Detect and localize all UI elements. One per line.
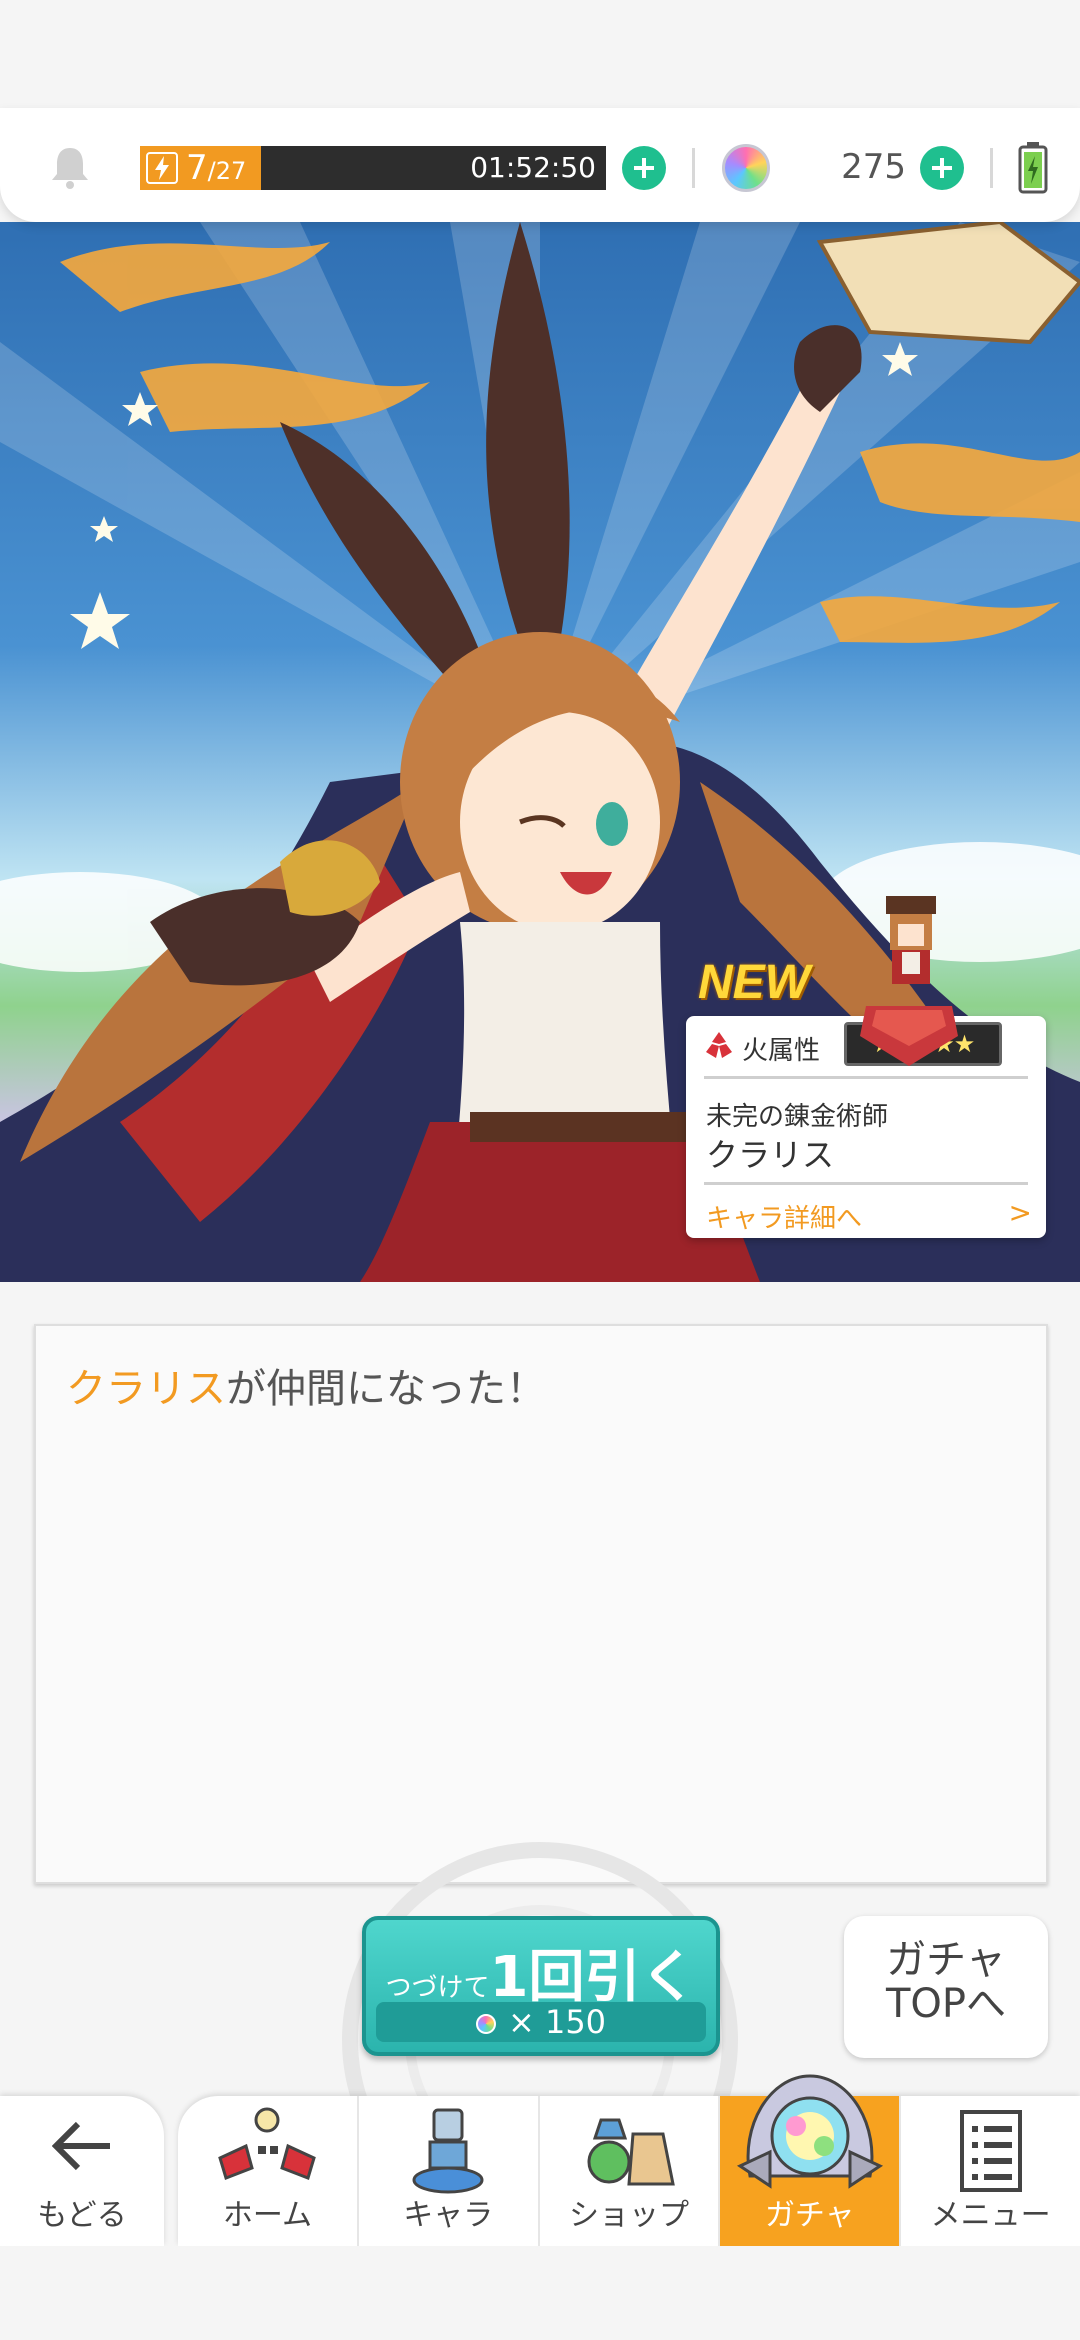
gem-count: 275 — [841, 147, 906, 187]
message-text: が仲間になった！ — [226, 1366, 546, 1412]
divider — [692, 148, 695, 188]
pull-cost: × 150 — [376, 2002, 706, 2042]
status-bar: 7/27 01:52:50 275 — [0, 108, 1080, 222]
stamina-timer: 01:52:50 — [470, 151, 596, 184]
chevron-right-icon[interactable]: > — [1009, 1196, 1032, 1229]
gem-icon — [722, 144, 770, 192]
nav-item-shop[interactable]: ショップ — [540, 2096, 721, 2246]
nav-item-gacha[interactable]: ガチャ — [720, 2074, 902, 2246]
message-character-name: クラリス — [66, 1366, 226, 1412]
shop-icon — [587, 2118, 675, 2186]
battery-icon — [1018, 142, 1048, 194]
attribute-label: 火属性 — [742, 1036, 821, 1066]
nav-label-gacha: ガチャ — [764, 2198, 855, 2233]
gacha-top-line2: TOPへ — [885, 1981, 1007, 2027]
gacha-top-line1: ガチャ — [886, 1937, 1006, 1983]
fire-attribute-icon — [706, 1032, 732, 1058]
chara-icon — [412, 2108, 484, 2194]
stamina-current: 7 — [186, 148, 208, 188]
pull-label: つづけて1回引く — [366, 1932, 716, 2013]
bottom-navigation: ホーム キャラ ショップ ガチャ メニュー — [178, 2074, 1080, 2246]
bolt-icon — [146, 152, 178, 184]
stamina-value: 7/27 — [186, 146, 246, 190]
divider — [990, 148, 993, 188]
gacha-icon — [736, 2074, 883, 2189]
gacha-top-button[interactable]: ガチャ TOPへ — [844, 1916, 1048, 2058]
plus-icon — [634, 158, 654, 178]
home-icon — [218, 2107, 317, 2180]
bell-icon[interactable] — [48, 144, 92, 190]
character-name: クラリス — [706, 1136, 835, 1174]
nav-item-home[interactable]: ホーム — [178, 2096, 359, 2246]
back-button[interactable]: もどる — [0, 2096, 164, 2246]
pull-prefix: つづけて — [385, 1973, 490, 2003]
nav-item-menu[interactable]: メニュー — [901, 2096, 1080, 2246]
stamina-bar: 7/27 01:52:50 — [140, 146, 606, 190]
menu-icon — [959, 2110, 1022, 2192]
character-title: 未完の錬金術師 — [706, 1102, 889, 1132]
pull-once-button[interactable]: つづけて1回引く × 150 — [362, 1916, 720, 2056]
message-box: クラリスが仲間になった！ — [34, 1324, 1048, 1884]
plus-icon — [932, 158, 952, 178]
nav-label-home: ホーム — [222, 2198, 312, 2233]
nav-label-chara: キャラ — [403, 2198, 494, 2233]
pull-main: 1回引く — [489, 1945, 697, 2010]
nav-label-shop: ショップ — [568, 2198, 689, 2233]
character-sprite — [860, 896, 958, 1066]
character-detail-link[interactable]: キャラ詳細へ — [706, 1198, 862, 1235]
bottom-safe-area — [0, 2246, 1080, 2340]
back-label: もどる — [37, 2198, 127, 2233]
gem-icon — [475, 2014, 496, 2034]
add-stamina-button[interactable] — [622, 146, 666, 190]
divider — [704, 1182, 1028, 1185]
pull-cost-value: × 150 — [507, 2003, 607, 2041]
nav-item-chara[interactable]: キャラ — [359, 2096, 540, 2246]
stamina-max: /27 — [207, 157, 247, 185]
new-badge: NEW — [698, 956, 810, 1009]
nav-label-menu: メニュー — [930, 2198, 1051, 2233]
result-message: クラリスが仲間になった！ — [66, 1356, 546, 1414]
back-arrow-icon — [52, 2121, 110, 2171]
add-gem-button[interactable] — [920, 146, 964, 190]
